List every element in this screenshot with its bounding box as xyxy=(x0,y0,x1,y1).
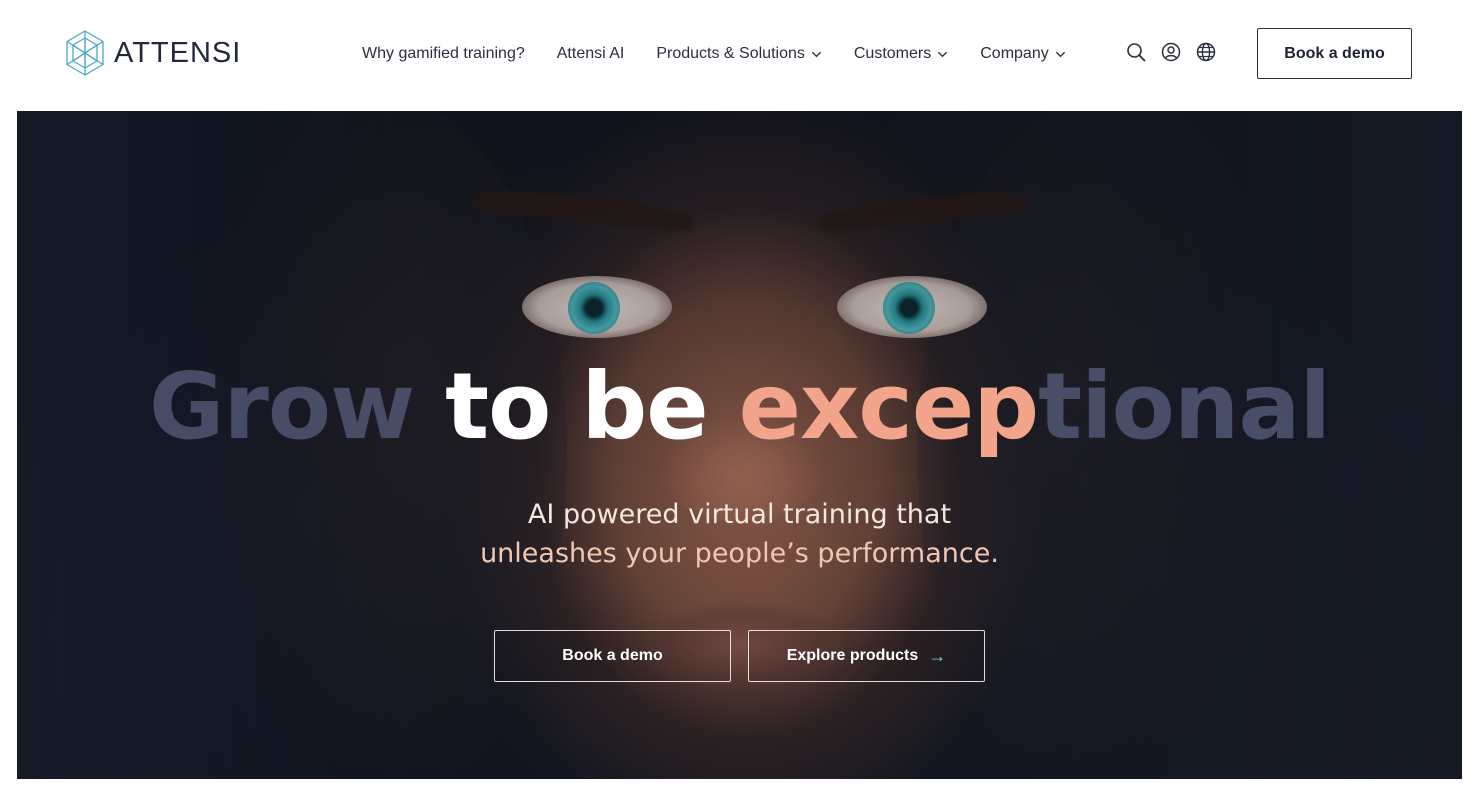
nav-item-company[interactable]: Company xyxy=(980,45,1065,63)
brand-name: ATTENSI xyxy=(114,36,242,69)
explore-products-label: Explore products xyxy=(786,647,919,664)
hero-subheadline-line-2: unleashes your people’s performance. xyxy=(480,538,999,569)
headline-part-3: excep xyxy=(738,353,1040,460)
headline-part-4: tional xyxy=(1038,353,1331,460)
headline-part-1: Grow xyxy=(149,353,446,460)
hero-section: Grow to be exceptional AI powered virtua… xyxy=(17,111,1462,779)
site-header: ATTENSI Why gamified training? Attensi A… xyxy=(0,0,1478,110)
arrow-right-icon: → xyxy=(928,645,947,666)
utility-icons xyxy=(1125,41,1217,63)
chevron-down-icon xyxy=(1055,51,1065,57)
brand-logo[interactable]: ATTENSI xyxy=(64,29,241,77)
nav-item-label: Products & Solutions xyxy=(656,45,805,62)
hero-subheadline-line-1: AI powered virtual training that xyxy=(527,499,952,530)
headline-part-2: to be xyxy=(445,353,739,460)
nav-item-label: Attensi AI xyxy=(556,45,625,62)
main-nav: Why gamified training? Attensi AI Produc… xyxy=(362,41,1066,67)
nav-item-label: Customers xyxy=(853,45,932,62)
nav-item-label: Company xyxy=(980,45,1049,62)
search-icon[interactable] xyxy=(1125,41,1147,63)
globe-icon[interactable] xyxy=(1195,41,1217,63)
book-demo-header-button[interactable]: Book a demo xyxy=(1257,28,1412,79)
hexagon-cube-logo-icon xyxy=(66,30,104,76)
nav-item-label: Why gamified training? xyxy=(362,45,525,62)
explore-products-button[interactable]: Explore products → xyxy=(748,630,985,682)
chevron-down-icon xyxy=(938,51,948,57)
book-demo-hero-button[interactable]: Book a demo xyxy=(494,630,731,682)
nav-item-attensi-ai[interactable]: Attensi AI xyxy=(557,45,625,63)
nav-item-why-gamified-training[interactable]: Why gamified training? xyxy=(362,45,525,63)
nav-item-customers[interactable]: Customers xyxy=(854,45,948,63)
nav-item-products-solutions[interactable]: Products & Solutions xyxy=(656,45,822,63)
hero-headline: Grow to be exceptional xyxy=(17,361,1462,453)
book-demo-label: Book a demo xyxy=(562,647,663,664)
account-icon[interactable] xyxy=(1160,41,1182,63)
chevron-down-icon xyxy=(811,51,821,57)
